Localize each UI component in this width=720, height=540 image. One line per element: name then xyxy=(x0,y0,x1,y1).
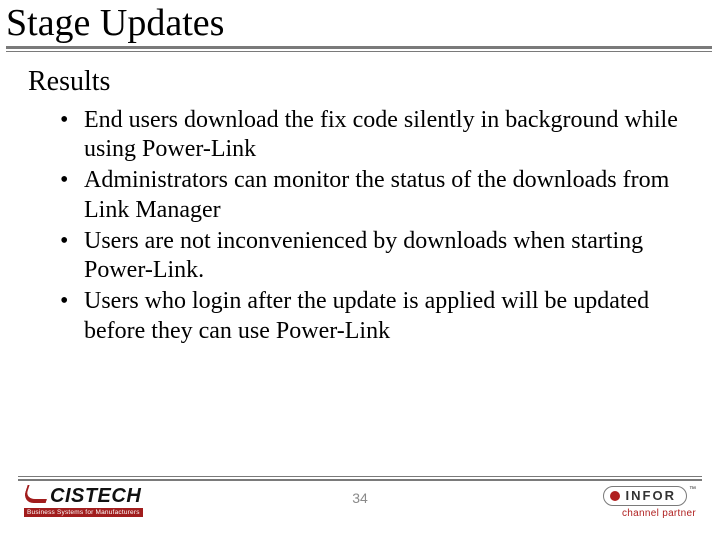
title-rule xyxy=(6,46,712,52)
list-item: Users who login after the update is appl… xyxy=(80,287,692,346)
logo-infor-sub: channel partner xyxy=(546,508,696,519)
bullet-list: End users download the fix code silently… xyxy=(28,106,692,346)
list-item: Administrators can monitor the status of… xyxy=(80,166,692,225)
logo-infor-pill: INFOR xyxy=(603,486,687,506)
logo-cistech-tagline: Business Systems for Manufacturers xyxy=(24,508,143,517)
swoosh-icon xyxy=(22,485,52,503)
list-item: End users download the fix code silently… xyxy=(80,106,692,165)
dot-icon xyxy=(610,491,620,501)
logo-infor-text: INFOR xyxy=(626,488,676,504)
logo-cistech: CISTECH Business Systems for Manufacture… xyxy=(24,486,194,517)
trademark-icon: ™ xyxy=(689,486,696,493)
slide: Stage Updates Results End users download… xyxy=(0,0,720,540)
footer-rule xyxy=(18,476,702,480)
body: Results End users download the fix code … xyxy=(0,52,720,346)
logo-infor: INFOR ™ channel partner xyxy=(546,486,696,519)
footer: 34 CISTECH Business Systems for Manufact… xyxy=(0,476,720,532)
logo-cistech-text: CISTECH xyxy=(50,486,141,506)
subhead: Results xyxy=(28,66,692,98)
slide-title: Stage Updates xyxy=(6,4,712,44)
title-block: Stage Updates xyxy=(0,0,720,52)
list-item: Users are not inconvenienced by download… xyxy=(80,227,692,286)
logo-cistech-wordmark: CISTECH xyxy=(24,486,194,506)
